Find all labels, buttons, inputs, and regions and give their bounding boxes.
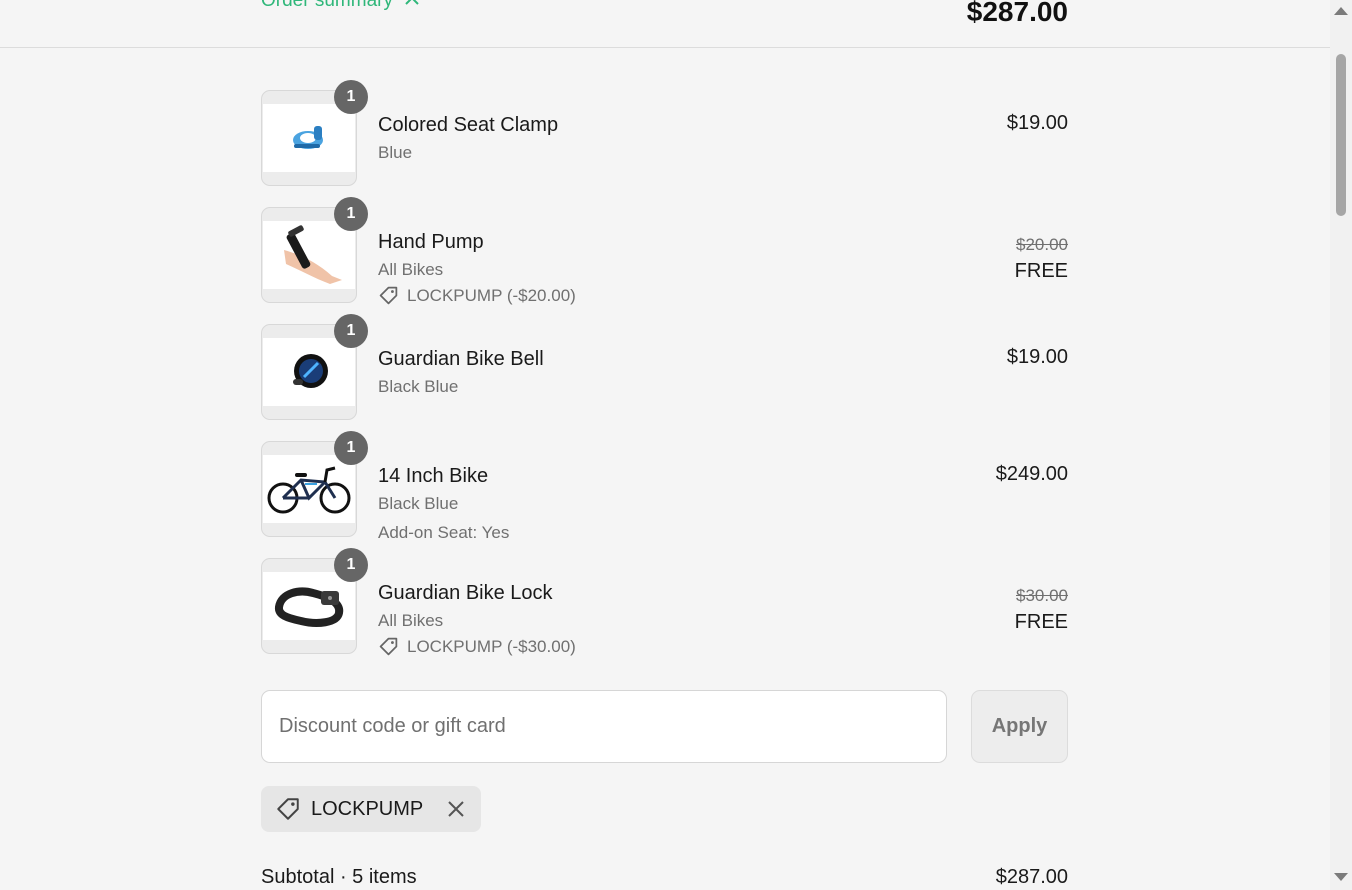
bike-lock-image [274,587,344,627]
product-name: Guardian Bike Bell [378,348,544,370]
quantity-badge: 1 [334,314,368,348]
original-price: $30.00 [1016,586,1068,605]
order-total: $287.00 [966,0,1068,27]
scrollbar-thumb[interactable] [1336,54,1346,216]
product-variant: Black Blue [378,494,459,513]
list-item: 1 Hand Pump All Bikes LOCKPUMP (-$20.00)… [261,197,1068,306]
line-price: $19.00 [1006,346,1068,368]
item-discount: LOCKPUMP (-$20.00) [378,285,576,306]
line-price: FREE [1014,260,1068,282]
vertical-scrollbar[interactable] [1330,0,1352,890]
list-item: 1 Colored Seat Clamp Blue $19.00 [261,80,1068,186]
quantity-badge: 1 [334,80,368,114]
hand-pump-image [284,225,342,284]
quantity-badge: 1 [334,197,368,231]
product-thumbnail: 1 [261,314,368,420]
item-discount-label: LOCKPUMP (-$20.00) [407,285,576,305]
close-icon [448,801,464,817]
item-discount-label: LOCKPUMP (-$30.00) [407,636,576,656]
discount-form: Apply [261,690,1068,765]
tag-icon [379,286,398,305]
product-name: Guardian Bike Lock [378,582,553,604]
line-price: $19.00 [1006,112,1068,134]
bike-image [267,466,351,514]
discount-code-input[interactable] [261,690,947,763]
product-thumbnail: 1 [261,431,368,537]
applied-discount-chip: LOCKPUMP [261,786,482,832]
product-name: 14 Inch Bike [378,465,489,487]
product-thumbnail: 1 [261,80,368,186]
product-variant: Black Blue [378,377,459,396]
quantity-badge: 1 [334,548,368,582]
product-option: Add-on Seat: Yes [378,523,510,542]
line-price: FREE [1014,611,1068,633]
list-item: 1 14 Inch Bike Black Blue Add-on Seat: Y… [261,431,1068,542]
product-variant: All Bikes [378,611,444,630]
item-discount: LOCKPUMP (-$30.00) [378,636,576,657]
subtotal-label: Subtotal · 5 items [261,866,417,888]
list-item: 1 Guardian Bike Bell Black Blue $19.00 [261,314,1068,420]
chevron-up-icon [405,0,419,5]
seat-clamp-image [293,126,323,149]
bike-bell-image [293,354,328,388]
applied-discount-code: LOCKPUMP [311,797,424,820]
product-name: Colored Seat Clamp [378,114,559,136]
tag-icon [277,798,299,820]
list-item: 1 Guardian Bike Lock All Bikes LOCKPUMP … [261,548,1068,657]
order-summary-toggle[interactable]: Order summary [261,0,421,12]
tag-icon [379,637,398,656]
original-price: $20.00 [1016,235,1068,254]
line-price: $249.00 [995,463,1068,485]
apply-button[interactable]: Apply [971,690,1068,763]
product-thumbnail: 1 [261,197,368,303]
product-variant: All Bikes [378,260,444,279]
product-variant: Blue [378,143,413,162]
order-summary-header: Order summary $287.00 [0,0,1330,48]
checkout-page: Order summary $287.00 1 Colored Seat Cla… [0,0,1330,890]
line-items-list: 1 Colored Seat Clamp Blue $19.00 1 Hand … [261,80,1068,675]
product-thumbnail: 1 [261,548,368,654]
quantity-badge: 1 [334,431,368,465]
remove-discount-button[interactable] [445,798,467,820]
scroll-up-arrow-icon[interactable] [1334,7,1348,15]
product-name: Hand Pump [378,231,484,253]
scroll-down-arrow-icon[interactable] [1334,873,1348,881]
order-summary-label: Order summary [261,0,393,11]
subtotal-value: $287.00 [995,866,1068,888]
